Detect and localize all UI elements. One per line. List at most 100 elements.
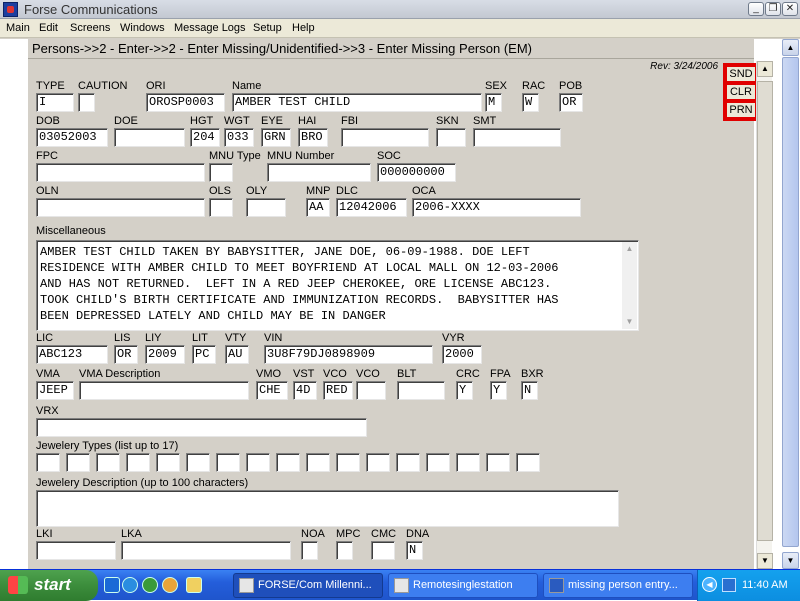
- skn-field[interactable]: [436, 128, 466, 147]
- jewelry-type-field[interactable]: [246, 453, 270, 472]
- form-scrollbar[interactable]: ▲ ▼: [756, 61, 773, 569]
- jewelry-type-field[interactable]: [396, 453, 420, 472]
- task-forse[interactable]: FORSE/Com Millenni...: [233, 573, 383, 598]
- clock[interactable]: 11:40 AM: [742, 579, 788, 591]
- jewelry-type-field[interactable]: [156, 453, 180, 472]
- jewelry-type-field[interactable]: [36, 453, 60, 472]
- jewelry-type-field[interactable]: [366, 453, 390, 472]
- oca-field[interactable]: 2006-XXXX: [412, 198, 581, 217]
- doe-field[interactable]: [114, 128, 185, 147]
- lki-field[interactable]: [36, 541, 116, 560]
- minimize-button[interactable]: _: [748, 2, 764, 16]
- lka-field[interactable]: [121, 541, 291, 560]
- hgt-field[interactable]: 204: [190, 128, 220, 147]
- jewelry-type-field[interactable]: [306, 453, 330, 472]
- pob-field[interactable]: OR: [559, 93, 583, 112]
- jewelry-type-field[interactable]: [486, 453, 510, 472]
- jewelry-type-field[interactable]: [516, 453, 540, 472]
- rac-field[interactable]: W: [522, 93, 539, 112]
- scroll-down-arrow-icon[interactable]: ▼: [757, 553, 773, 569]
- vma-field[interactable]: JEEP: [36, 381, 74, 400]
- scroll-up-arrow-icon[interactable]: ▲: [757, 61, 773, 77]
- cmc-field[interactable]: [371, 541, 395, 560]
- show-hidden-icons-chevron-icon[interactable]: ◀: [702, 577, 717, 592]
- lit-field[interactable]: PC: [192, 345, 216, 364]
- title-bar[interactable]: Forse Communications _ ❐ ✕: [0, 0, 800, 19]
- scroll-down-arrow-icon[interactable]: ▼: [622, 315, 637, 329]
- jewelry-type-field[interactable]: [186, 453, 210, 472]
- soc-field[interactable]: 000000000: [377, 163, 456, 182]
- bxr-field[interactable]: N: [521, 381, 538, 400]
- vty-field[interactable]: AU: [225, 345, 249, 364]
- vmo-field[interactable]: CHE: [256, 381, 288, 400]
- caution-field[interactable]: [78, 93, 95, 112]
- task-missing-person-entry[interactable]: missing person entry...: [543, 573, 693, 598]
- mpc-field[interactable]: [336, 541, 353, 560]
- wgt-field[interactable]: 033: [224, 128, 254, 147]
- menu-message-logs[interactable]: Message Logs: [174, 22, 246, 34]
- menu-screens[interactable]: Screens: [70, 22, 110, 34]
- window-scrollbar[interactable]: ▲ ▼: [782, 39, 800, 569]
- jewelry-description-field[interactable]: [36, 490, 619, 527]
- liy-field[interactable]: 2009: [145, 345, 185, 364]
- misc-scrollbar[interactable]: ▲ ▼: [622, 242, 637, 329]
- menu-help[interactable]: Help: [292, 22, 315, 34]
- vrx-field[interactable]: [36, 418, 367, 437]
- vyr-field[interactable]: 2000: [442, 345, 482, 364]
- misc-textarea[interactable]: AMBER TEST CHILD TAKEN BY BABYSITTER, JA…: [36, 240, 639, 331]
- menu-windows[interactable]: Windows: [120, 22, 165, 34]
- start-button[interactable]: start: [0, 570, 98, 601]
- eye-field[interactable]: GRN: [261, 128, 291, 147]
- jewelry-type-field[interactable]: [126, 453, 150, 472]
- scroll-down-arrow-icon[interactable]: ▼: [782, 552, 799, 569]
- mnu-number-field[interactable]: [267, 163, 371, 182]
- blt-field[interactable]: [397, 381, 445, 400]
- sex-field[interactable]: M: [485, 93, 502, 112]
- mnp-field[interactable]: AA: [306, 198, 330, 217]
- scroll-thumb[interactable]: [782, 57, 799, 547]
- task-remotesinglestation[interactable]: Remotesinglestation: [388, 573, 538, 598]
- internet-explorer-icon[interactable]: [122, 577, 138, 593]
- oly-field[interactable]: [246, 198, 286, 217]
- vma-description-field[interactable]: [79, 381, 249, 400]
- scroll-up-arrow-icon[interactable]: ▲: [782, 39, 799, 56]
- oln-field[interactable]: [36, 198, 205, 217]
- noa-field[interactable]: [301, 541, 318, 560]
- menu-setup[interactable]: Setup: [253, 22, 282, 34]
- vco-field[interactable]: RED: [323, 381, 353, 400]
- crc-field[interactable]: Y: [456, 381, 473, 400]
- hai-field[interactable]: BRO: [298, 128, 328, 147]
- restore-button[interactable]: ❐: [765, 2, 781, 16]
- jewelry-type-field[interactable]: [276, 453, 300, 472]
- desktop-icon[interactable]: [104, 577, 120, 593]
- jewelry-type-field[interactable]: [336, 453, 360, 472]
- jewelry-type-field[interactable]: [456, 453, 480, 472]
- mnu-type-field[interactable]: [209, 163, 233, 182]
- lic-field[interactable]: ABC123: [36, 345, 108, 364]
- jewelry-type-field[interactable]: [216, 453, 240, 472]
- fpa-field[interactable]: Y: [490, 381, 507, 400]
- dob-field[interactable]: 03052003: [36, 128, 108, 147]
- name-field[interactable]: AMBER TEST CHILD: [232, 93, 482, 112]
- ols-field[interactable]: [209, 198, 233, 217]
- fpc-field[interactable]: [36, 163, 205, 182]
- menu-main[interactable]: Main: [6, 22, 30, 34]
- folder-icon[interactable]: [186, 577, 202, 593]
- fbi-field[interactable]: [341, 128, 429, 147]
- menu-edit[interactable]: Edit: [39, 22, 58, 34]
- type-field[interactable]: I: [36, 93, 74, 112]
- vco2-field[interactable]: [356, 381, 386, 400]
- vst-field[interactable]: 4D: [293, 381, 317, 400]
- smt-field[interactable]: [473, 128, 561, 147]
- jewelry-type-field[interactable]: [96, 453, 120, 472]
- lis-field[interactable]: OR: [114, 345, 138, 364]
- jewelry-type-field[interactable]: [66, 453, 90, 472]
- ori-field[interactable]: OROSP0003: [146, 93, 225, 112]
- dna-field[interactable]: N: [406, 541, 423, 560]
- jewelry-type-field[interactable]: [426, 453, 450, 472]
- scroll-up-arrow-icon[interactable]: ▲: [622, 242, 637, 256]
- media-player-icon[interactable]: [142, 577, 158, 593]
- app-icon[interactable]: [3, 2, 18, 17]
- network-icon[interactable]: [722, 578, 736, 592]
- scroll-thumb[interactable]: [757, 81, 773, 541]
